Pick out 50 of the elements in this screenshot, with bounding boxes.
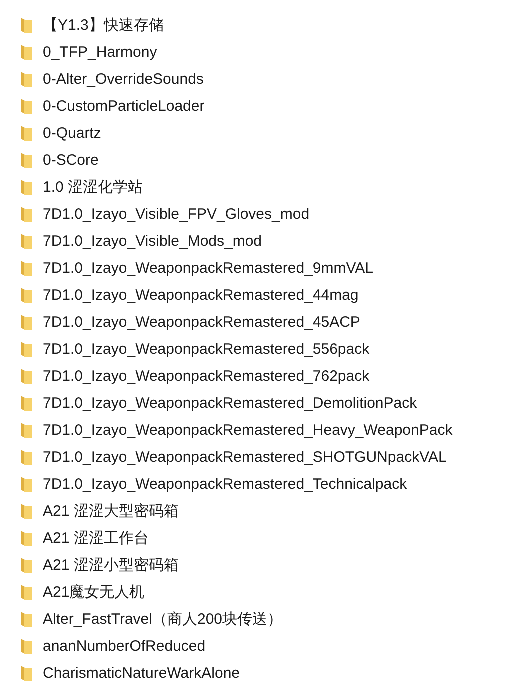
folder-name[interactable]: CharismaticNatureWarkAlone [43, 666, 240, 681]
folder-icon [20, 557, 33, 574]
folder-name[interactable]: 0-CustomParticleLoader [43, 99, 205, 114]
folder-name[interactable]: 7D1.0_Izayo_WeaponpackRemastered_9mmVAL [43, 261, 374, 276]
folder-name[interactable]: 7D1.0_Izayo_WeaponpackRemastered_Heavy_WeaponPack [43, 423, 453, 438]
folder-name[interactable]: 7D1.0_Izayo_WeaponpackRemastered_SHOTGUNpackVAL [43, 450, 447, 465]
folder-icon [20, 125, 33, 142]
folder-icon [20, 17, 33, 34]
folder-icon [20, 395, 33, 412]
folder-name[interactable]: 【Y1.3】快速存储 [43, 18, 164, 33]
folder-name[interactable]: 0-Alter_OverrideSounds [43, 72, 204, 87]
folder-icon [20, 179, 33, 196]
folder-icon [20, 368, 33, 385]
folder-icon [20, 476, 33, 493]
folder-name[interactable]: A21 涩涩工作台 [43, 531, 149, 546]
folder-name[interactable]: 7D1.0_Izayo_Visible_FPV_Gloves_mod [43, 207, 310, 222]
folder-name[interactable]: 7D1.0_Izayo_WeaponpackRemastered_DemolitionPack [43, 396, 418, 411]
folder-icon [20, 611, 33, 628]
folder-name[interactable]: 0_TFP_Harmony [43, 45, 158, 60]
folder-icon [20, 287, 33, 304]
folder-icon [20, 206, 33, 223]
folder-name[interactable]: 0-Quartz [43, 126, 102, 141]
folder-icon [20, 44, 33, 61]
folder-icon [20, 152, 33, 169]
folder-icon [20, 71, 33, 88]
folder-icon [20, 260, 33, 277]
folder-name[interactable]: 7D1.0_Izayo_WeaponpackRemastered_762pack [43, 369, 370, 384]
folder-name[interactable]: 7D1.0_Izayo_Visible_Mods_mod [43, 234, 262, 249]
folder-icon [20, 341, 33, 358]
folder-icon [20, 314, 33, 331]
folder-name[interactable]: 7D1.0_Izayo_WeaponpackRemastered_44mag [43, 288, 359, 303]
folder-name[interactable]: A21魔女无人机 [43, 585, 145, 600]
folder-name[interactable]: ananNumberOfReduced [43, 639, 206, 654]
folder-icon [20, 233, 33, 250]
folder-icon [20, 98, 33, 115]
folder-name[interactable]: A21 涩涩大型密码箱 [43, 504, 179, 519]
folder-icon [20, 449, 33, 466]
folder-icon [20, 422, 33, 439]
folder-name[interactable]: Alter_FastTravel（商人200块传送） [43, 612, 283, 627]
folder-name[interactable]: 7D1.0_Izayo_WeaponpackRemastered_45ACP [43, 315, 360, 330]
folder-icon [20, 584, 33, 601]
folder-name[interactable]: 7D1.0_Izayo_WeaponpackRemastered_556pack [43, 342, 370, 357]
folder-icon [20, 503, 33, 520]
folder-name[interactable]: 1.0 涩涩化学站 [43, 180, 144, 195]
folder-name[interactable]: A21 涩涩小型密码箱 [43, 558, 179, 573]
folder-icon [20, 665, 33, 682]
folder-icon [20, 530, 33, 547]
folder-name[interactable]: 0-SCore [43, 153, 99, 168]
folder-icon [20, 638, 33, 655]
folder-name[interactable]: 7D1.0_Izayo_WeaponpackRemastered_Technicalpack [43, 477, 408, 492]
